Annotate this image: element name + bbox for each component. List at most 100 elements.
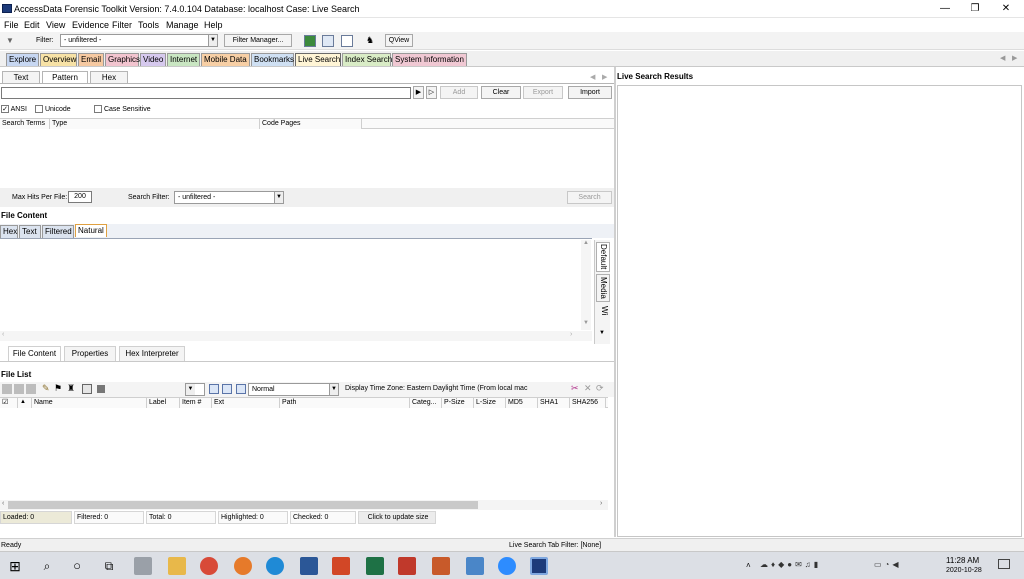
add-button[interactable]: Add bbox=[440, 86, 478, 99]
select-box-icon[interactable] bbox=[341, 35, 353, 47]
view-files-icon[interactable] bbox=[209, 384, 219, 394]
ftk-taskbar-icon[interactable] bbox=[530, 557, 548, 575]
step-icon[interactable]: ▷ bbox=[426, 86, 437, 99]
search-filter-select[interactable]: - unfiltered - ▼ bbox=[174, 191, 284, 204]
tab-internet[interactable]: Internet bbox=[167, 53, 200, 66]
side-tab-default[interactable]: Default bbox=[596, 242, 610, 272]
excel-icon[interactable] bbox=[366, 557, 384, 575]
sort-up-icon[interactable]: ▲ bbox=[18, 398, 32, 408]
view-tab-natural[interactable]: Natural bbox=[75, 224, 107, 237]
check-highlighted-icon[interactable] bbox=[26, 384, 36, 394]
side-tab-more-icon[interactable]: ▼ bbox=[599, 330, 605, 336]
col-code-pages[interactable]: Code Pages bbox=[260, 119, 362, 129]
col-ext[interactable]: Ext bbox=[212, 398, 280, 408]
side-tab-media[interactable]: Media bbox=[596, 274, 610, 302]
subtab-text[interactable]: Text bbox=[2, 71, 40, 83]
col-name[interactable]: Name bbox=[32, 398, 147, 408]
viewer-vertical-scrollbar[interactable]: ▲ ▼ bbox=[581, 240, 591, 330]
table-view-icon[interactable] bbox=[236, 384, 246, 394]
live-search-results-panel[interactable] bbox=[617, 85, 1022, 537]
subtab-hex[interactable]: Hex bbox=[90, 71, 128, 83]
menu-view[interactable]: View bbox=[46, 20, 65, 30]
play-icon[interactable]: ▶ bbox=[413, 86, 424, 99]
export-button[interactable]: Export bbox=[523, 86, 563, 99]
ansi-checkbox[interactable]: ✓ ANSI bbox=[1, 105, 27, 113]
search-button[interactable]: Search bbox=[567, 191, 612, 204]
view-folders-icon[interactable] bbox=[222, 384, 232, 394]
col-sha256[interactable]: SHA256 bbox=[570, 398, 606, 408]
view-tab-hex[interactable]: Hex bbox=[0, 225, 18, 238]
col-category[interactable]: Categ... bbox=[410, 398, 442, 408]
word-icon[interactable] bbox=[300, 557, 318, 575]
scrollbar-thumb[interactable] bbox=[8, 501, 478, 509]
check-all-icon[interactable] bbox=[2, 384, 12, 394]
menu-edit[interactable]: Edit bbox=[24, 20, 40, 30]
col-md5[interactable]: MD5 bbox=[506, 398, 538, 408]
filter-manager-button[interactable]: Filter Manager... bbox=[224, 34, 292, 47]
tab-email[interactable]: Email bbox=[78, 53, 104, 66]
minimize-button[interactable]: — bbox=[938, 2, 952, 16]
close-button[interactable]: ✕ bbox=[999, 2, 1013, 16]
col-l-size[interactable]: L-Size bbox=[474, 398, 506, 408]
clock-time[interactable]: 11:28 AM bbox=[946, 556, 979, 565]
store-icon[interactable] bbox=[134, 557, 152, 575]
file-content-viewer[interactable] bbox=[0, 238, 592, 342]
menu-help[interactable]: Help bbox=[204, 20, 223, 30]
system-tray-icons[interactable]: ☁♦◆●✉♫▮ bbox=[760, 560, 870, 572]
view-mode-select[interactable]: Normal ▼ bbox=[248, 383, 339, 396]
search-term-input[interactable] bbox=[1, 87, 411, 99]
column-template-select[interactable]: ▼ bbox=[185, 383, 205, 396]
label-icon[interactable]: ♜ bbox=[67, 383, 75, 394]
cortana-icon[interactable]: ○ bbox=[68, 557, 86, 575]
maximize-button[interactable]: ❐ bbox=[968, 2, 982, 16]
tab-overview[interactable]: Overview bbox=[40, 53, 77, 66]
start-icon[interactable]: ⊞ bbox=[6, 557, 24, 575]
col-label[interactable]: Label bbox=[147, 398, 180, 408]
scroll-down-icon[interactable]: ▼ bbox=[583, 320, 589, 326]
col-search-terms[interactable]: Search Terms bbox=[0, 119, 50, 129]
view-tab-filtered[interactable]: Filtered bbox=[42, 225, 74, 238]
grid-icon[interactable] bbox=[82, 384, 92, 394]
notifications-icon[interactable] bbox=[998, 559, 1010, 569]
pencil-icon[interactable]: ✎ bbox=[42, 383, 50, 394]
col-type[interactable]: Type bbox=[50, 119, 260, 129]
file-list-horizontal-scrollbar[interactable]: ‹ › bbox=[0, 500, 608, 510]
task-view-icon[interactable]: ⧉ bbox=[100, 557, 118, 575]
search-icon[interactable]: ⌕ bbox=[38, 557, 56, 575]
col-path[interactable]: Path bbox=[280, 398, 410, 408]
scroll-up-icon[interactable]: ▲ bbox=[583, 240, 589, 246]
network-volume-icons[interactable]: ▭◔◀ bbox=[874, 560, 934, 572]
tab-explore[interactable]: Explore bbox=[6, 53, 39, 66]
col-sha1[interactable]: SHA1 bbox=[538, 398, 570, 408]
bookmark-icon[interactable]: ⚑ bbox=[54, 383, 62, 394]
tab-video[interactable]: Video bbox=[140, 53, 166, 66]
tray-chevron-up-icon[interactable]: ˄ bbox=[746, 561, 751, 570]
pane-splitter[interactable] bbox=[614, 67, 616, 537]
menu-tools[interactable]: Tools bbox=[138, 20, 159, 30]
tab-system-information[interactable]: System Information bbox=[392, 53, 467, 66]
col-item-number[interactable]: Item # bbox=[180, 398, 212, 408]
tab-index-search[interactable]: Index Search bbox=[342, 53, 392, 66]
side-tab-web[interactable]: Wi bbox=[596, 304, 610, 318]
update-size-button[interactable]: Click to update size bbox=[358, 511, 436, 524]
binoculars-icon[interactable]: ♞ bbox=[366, 35, 374, 46]
tab-graphics[interactable]: Graphics bbox=[105, 53, 140, 66]
max-hits-input[interactable]: 200 bbox=[68, 191, 92, 203]
powerpoint-icon[interactable] bbox=[332, 557, 350, 575]
col-check-icon[interactable]: ☑ bbox=[0, 398, 18, 408]
pane-nav-left-icon[interactable]: ◀ bbox=[590, 73, 595, 81]
chrome-icon[interactable] bbox=[200, 557, 218, 575]
scroll-left-icon[interactable]: ‹ bbox=[2, 500, 4, 507]
viewer-horizontal-scrollbar[interactable]: ‹ › bbox=[0, 331, 592, 341]
edge-icon[interactable] bbox=[266, 557, 284, 575]
filter-select[interactable]: - unfiltered - ▼ bbox=[60, 34, 218, 47]
zoom-icon[interactable] bbox=[498, 557, 516, 575]
scroll-right-icon[interactable]: › bbox=[570, 331, 572, 338]
clock-date[interactable]: 2020-10-28 bbox=[946, 567, 982, 574]
menu-file[interactable]: File bbox=[4, 20, 19, 30]
green-tool-icon[interactable] bbox=[304, 35, 316, 47]
column-settings-icon[interactable] bbox=[97, 385, 105, 393]
file-explorer-icon[interactable] bbox=[168, 557, 186, 575]
scroll-left-icon[interactable]: ‹ bbox=[2, 331, 4, 338]
tab-live-search[interactable]: Live Search bbox=[295, 53, 341, 66]
